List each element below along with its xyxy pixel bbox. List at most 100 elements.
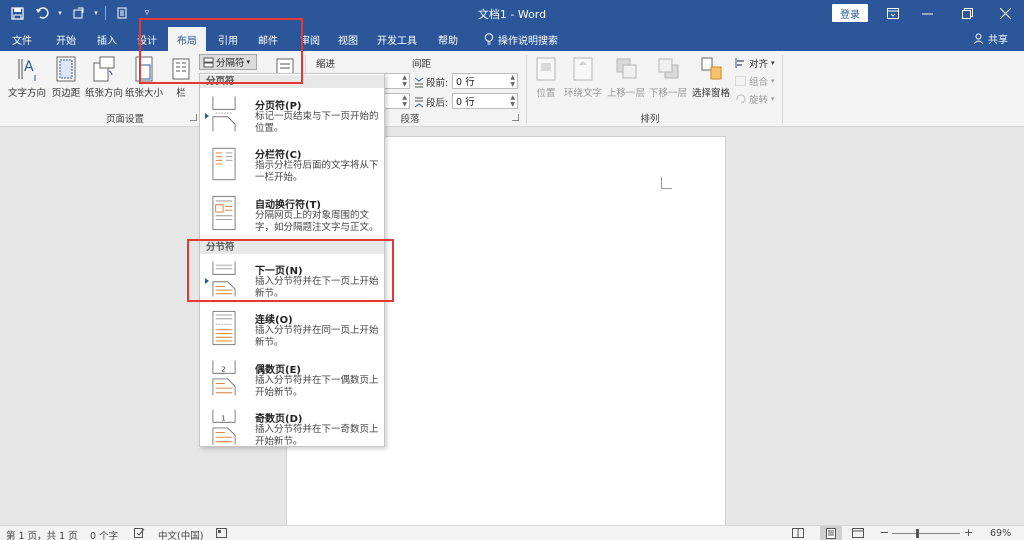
position-button[interactable]: 位置 [532,53,560,109]
lightbulb-icon [484,33,494,45]
align-icon [735,58,744,68]
word-count[interactable]: 0 个字 [90,528,118,540]
space-before-value: 0 行 [456,77,475,88]
macro-icon[interactable] [216,528,227,540]
status-bar: 第 1 页，共 1 页 0 个字 中文(中国) − + 69% [0,525,1024,540]
odd-page-break-icon: 1 [212,409,236,445]
menu-item-page-break[interactable]: 分页符(P) 标记一页结束与下一页开始的位置。 [200,91,384,139]
odd-page-number: 1 [221,414,226,423]
paragraph-launcher-icon[interactable] [512,114,519,121]
group-button[interactable]: 组合 ▾ [735,74,775,88]
margins-label: 页边距 [51,88,81,99]
zoom-level[interactable]: 69% [990,528,1011,539]
position-icon [536,57,556,81]
language-indicator[interactable]: 中文(中国) [158,528,203,540]
zoom-out-icon[interactable]: − [880,526,889,539]
chevron-down-icon[interactable]: ▾ [92,3,100,23]
chevron-down-icon[interactable]: ▾ [56,3,64,23]
zoom-slider-thumb[interactable] [916,529,919,538]
rotate-button[interactable]: 旋转 ▾ [735,92,775,106]
space-after-value: 0 行 [456,97,475,108]
position-label: 位置 [536,88,556,99]
even-page-break-icon: 2 [212,360,236,396]
page-setup-launcher-icon[interactable] [190,114,197,121]
undo-icon[interactable] [31,3,53,23]
group-separator [782,55,783,123]
menu-item-even-page[interactable]: 2 偶数页(E) 插入分节符并在下一偶数页上开始新节。 [200,355,384,403]
save-icon[interactable] [6,3,28,23]
bring-forward-button[interactable]: 上移一层 [606,53,646,109]
menu-item-title: 自动换行符(T) [255,200,321,211]
tab-help[interactable]: 帮助 [430,27,466,51]
rotate-icon [736,94,746,104]
tab-file[interactable]: 文件 [4,27,40,51]
selection-pane-button[interactable]: 选择窗格 [690,53,732,109]
menu-item-text-wrapping-break[interactable]: 自动换行符(T) 分隔网页上的对象周围的文字，如分隔题注文字与正文。 [200,190,384,238]
separator [105,6,106,20]
tell-me-label: 操作说明搜索 [498,35,558,47]
page-break-icon [212,96,236,132]
indent-right-input[interactable]: ▲ ▼ [384,93,410,109]
space-after-label: 段后: [426,98,449,109]
text-wrapping-break-icon [212,195,236,231]
share-button[interactable]: 共享 [973,31,1008,46]
document-icon[interactable] [111,3,133,23]
menu-item-column-break[interactable]: 分栏符(C) 指示分栏符后面的文字将从下一栏开始。 [200,140,384,188]
space-before-icon [414,77,424,87]
zoom-in-icon[interactable]: + [964,526,973,539]
wrap-text-button[interactable]: 环绕文字 [562,53,604,109]
group-separator [526,55,527,123]
chevron-down-icon: ▾ [771,95,775,103]
indent-left-input[interactable]: ▲ ▼ [384,73,410,89]
annotation-highlight-layout [139,18,303,84]
read-mode-icon[interactable] [792,528,804,540]
margins-button[interactable]: 页边距 [48,53,84,109]
login-button[interactable]: 登录 [832,4,868,22]
web-layout-icon[interactable] [852,528,864,540]
restore-icon[interactable] [952,3,982,23]
space-before-label: 段前: [426,78,449,89]
space-before-field: 段前: [414,75,448,89]
text-direction-label: 文字方向 [7,88,46,99]
spin-arrows-icon[interactable]: ▲ ▼ [510,74,515,88]
close-icon[interactable] [990,3,1020,23]
spin-arrows-icon[interactable]: ▲ ▼ [510,94,515,108]
send-backward-icon [658,58,679,79]
even-page-number: 2 [221,365,226,374]
send-backward-button[interactable]: 下移一层 [648,53,688,109]
print-layout-icon[interactable] [820,526,842,540]
space-before-input[interactable]: 0 行 ▲ ▼ [452,73,518,89]
menu-item-title: 连续(O) [255,315,293,326]
spacing-label: 间距 [412,59,432,70]
proofing-icon[interactable] [134,528,145,540]
tab-insert[interactable]: 插入 [88,27,126,51]
rotate-label: 旋转 [749,95,769,106]
group-label: 组合 [749,77,769,88]
indent-label: 缩进 [316,59,336,70]
align-button[interactable]: 对齐 ▾ [735,56,775,70]
menu-item-continuous[interactable]: 连续(O) 插入分节符并在同一页上开始新节。 [200,305,384,353]
tab-home[interactable]: 开始 [48,27,84,51]
ribbon-display-icon[interactable] [878,3,908,23]
tab-view[interactable]: 视图 [330,27,366,51]
share-label: 共享 [988,35,1008,46]
menu-item-title: 分栏符(C) [255,150,302,161]
redo-icon[interactable] [67,3,89,23]
send-backward-label: 下移一层 [648,88,687,99]
text-direction-icon: A [18,59,36,81]
align-label: 对齐 [749,59,769,70]
orientation-button[interactable]: 纸张方向 [84,53,124,109]
minimize-icon[interactable] [912,3,942,23]
tell-me-search[interactable]: 操作说明搜索 [476,27,566,51]
page-setup-group-label: 页面设置 [105,114,144,125]
margins-icon [56,56,76,82]
zoom-slider-track[interactable] [892,533,960,534]
text-direction-button[interactable]: A 文字方向 [6,53,48,109]
bring-forward-icon [616,58,637,79]
menu-item-description: 插入分节符并在同一页上开始新节。 [255,325,379,348]
menu-item-title: 偶数页(E) [255,365,301,376]
menu-item-odd-page[interactable]: 1 奇数页(D) 插入分节符并在下一奇数页上开始新节。 [200,404,384,448]
space-after-input[interactable]: 0 行 ▲ ▼ [452,93,518,109]
tab-developer[interactable]: 开发工具 [370,27,424,51]
page-count[interactable]: 第 1 页，共 1 页 [6,528,78,540]
